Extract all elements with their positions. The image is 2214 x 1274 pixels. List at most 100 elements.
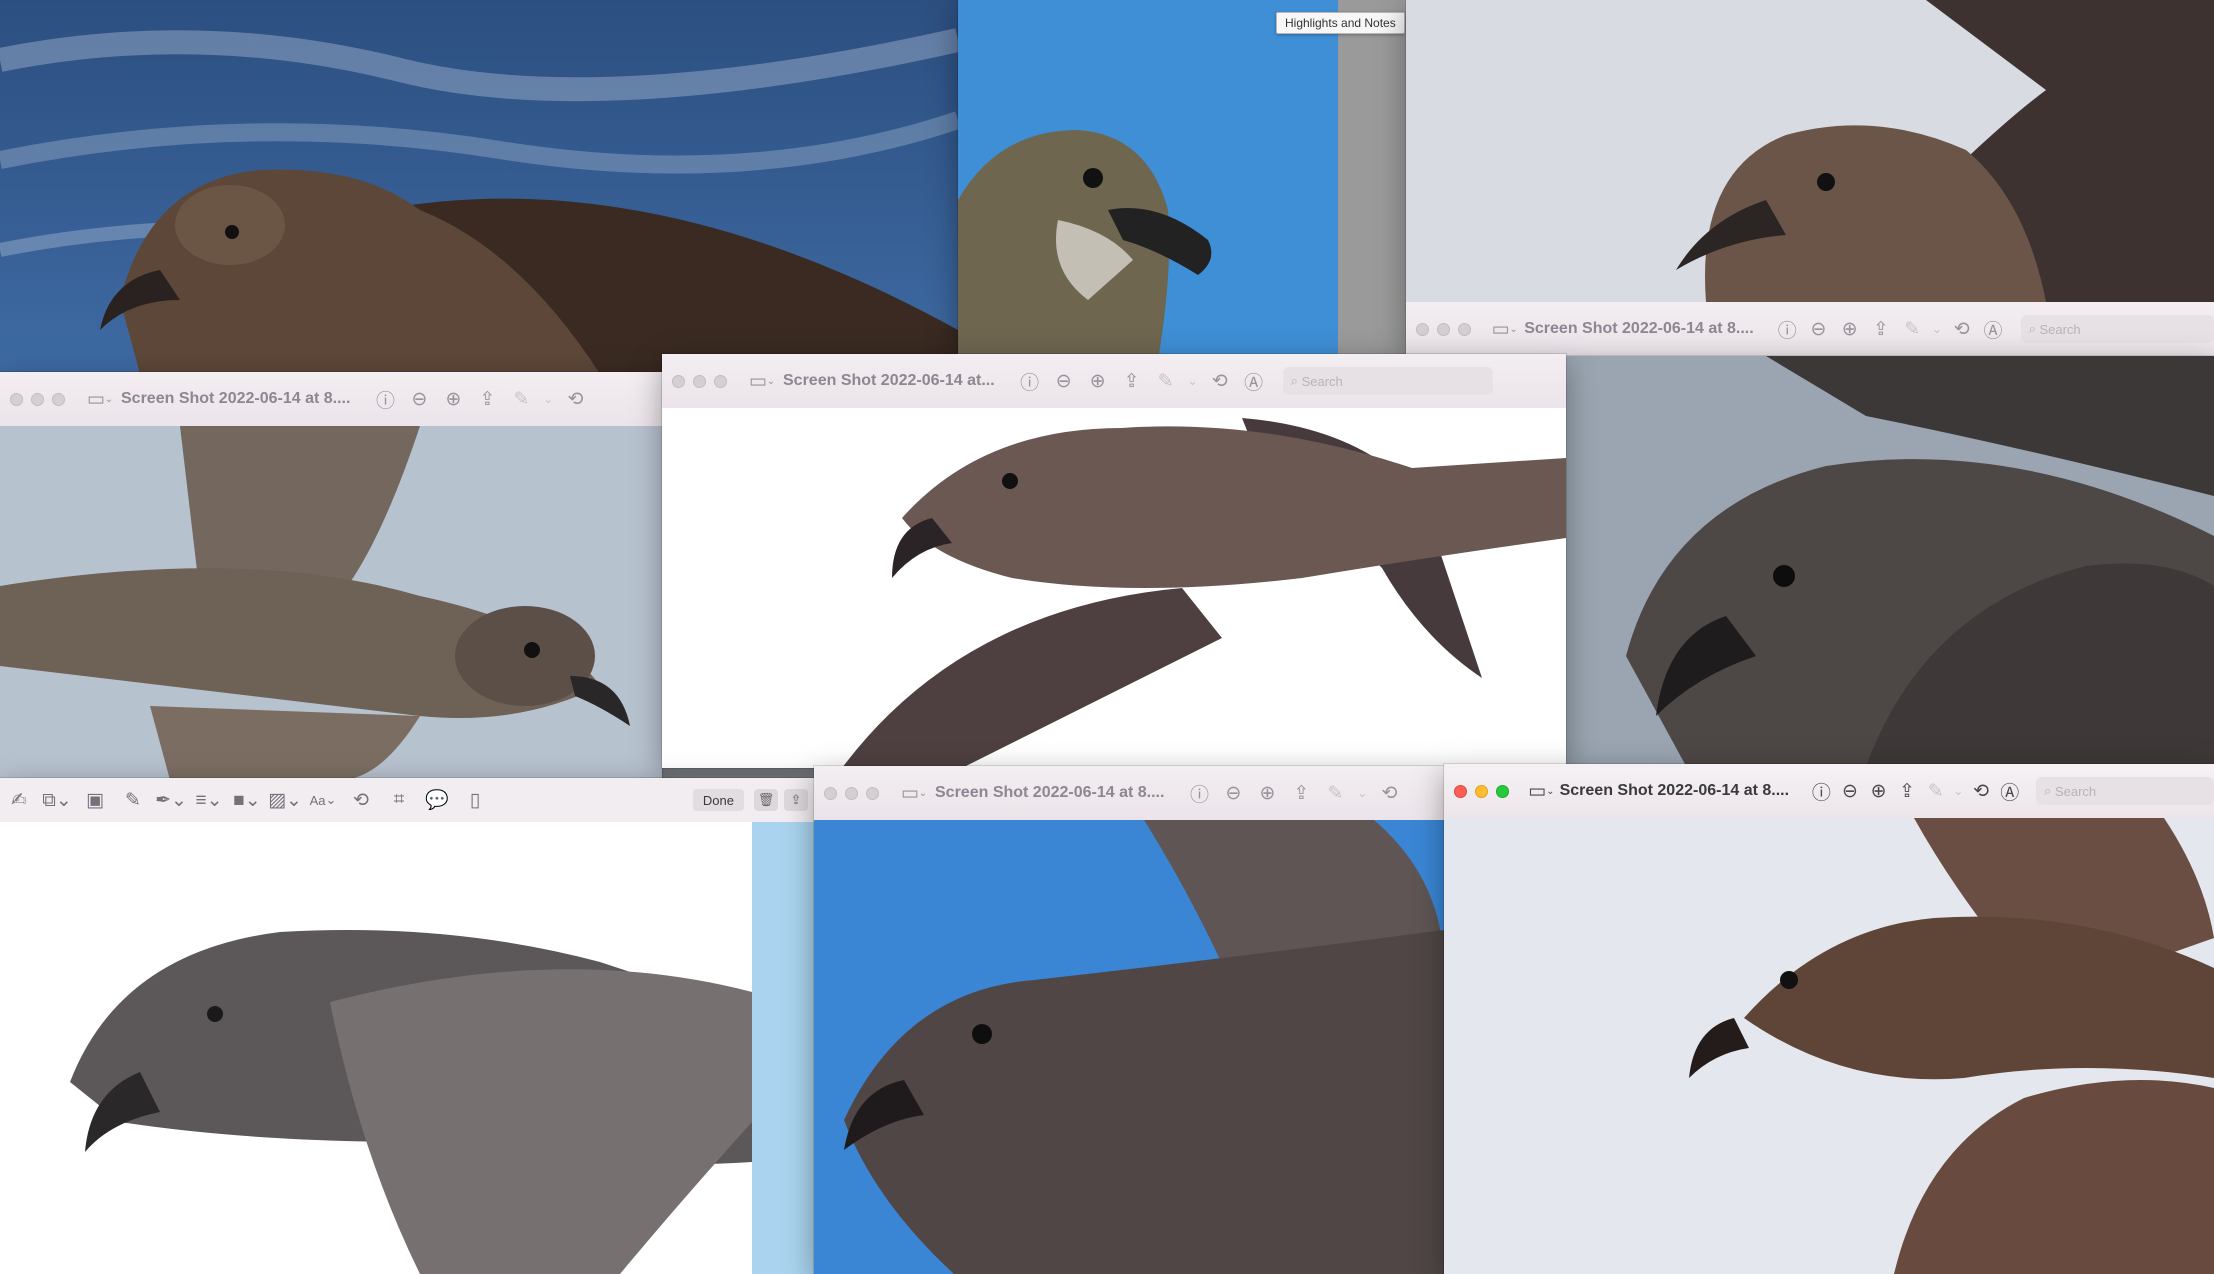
window-traffic-lights[interactable]: [672, 374, 727, 388]
window-toolbar: ▭ ⌄ Screen Shot 2022-06-14 at 8.... ⓘ ⊖ ⊕…: [814, 766, 1444, 821]
preview-window-top-right[interactable]: ▭ ⌄ Screen Shot 2022-06-14 at 8.... ⓘ ⊖ ⊕…: [1406, 0, 2214, 356]
device-icon[interactable]: ▯: [456, 786, 494, 814]
search-icon: ⌕: [2028, 321, 2036, 336]
window-traffic-lights[interactable]: [10, 392, 65, 406]
markup-pen-icon[interactable]: ✎: [1897, 314, 1928, 344]
window-toolbar: ▭ ⌄ Screen Shot 2022-06-14 at 8.... ⓘ ⊖ ⊕…: [1444, 764, 2214, 819]
zoom-out-icon[interactable]: ⊖: [1216, 778, 1250, 808]
bird-photo: [1566, 356, 2214, 766]
markup-window-bottom-left[interactable]: ✍ ⧉⌄ ▣ ✎ ✒⌄ ≡⌄ ■⌄ ▨⌄ Aa ⌄ ⟲ ⌗ 💬 ▯ Done 🗑 …: [0, 778, 814, 1274]
fill-color-icon[interactable]: ▨⌄: [266, 786, 304, 814]
markup-pen-icon[interactable]: ✎: [1318, 778, 1352, 808]
window-traffic-lights[interactable]: [1454, 784, 1509, 798]
done-button[interactable]: Done: [692, 789, 744, 811]
share-icon[interactable]: ⇪: [1865, 314, 1896, 344]
markup-toolbar: ✍ ⧉⌄ ▣ ✎ ✒⌄ ≡⌄ ■⌄ ▨⌄ Aa ⌄ ⟲ ⌗ 💬 ▯ Done 🗑 …: [0, 778, 814, 823]
zoom-out-icon[interactable]: ⊖: [1047, 366, 1081, 396]
sidebar-icon[interactable]: ▭ ⌄: [745, 366, 779, 396]
zoom-in-icon[interactable]: ⊕: [1834, 314, 1865, 344]
zoom-out-icon[interactable]: ⊖: [1803, 314, 1834, 344]
share-icon[interactable]: ⇪: [1115, 366, 1149, 396]
markup-pen-icon[interactable]: ✎: [1149, 366, 1183, 396]
rotate-icon[interactable]: ⟲: [1946, 314, 1977, 344]
window-toolbar: ▭ ⌄ Screen Shot 2022-06-14 at 8.... ⓘ ⊖ ⊕…: [0, 372, 662, 427]
zoom-in-icon[interactable]: ⊕: [436, 384, 470, 414]
info-icon[interactable]: ⓘ: [1013, 366, 1047, 396]
markup-circle-icon[interactable]: Ⓐ: [1237, 366, 1271, 396]
zoom-in-icon[interactable]: ⊕: [1250, 778, 1284, 808]
share-icon[interactable]: ⇪: [470, 384, 504, 414]
window-title: Screen Shot 2022-06-14 at...: [783, 372, 995, 389]
chevron-down-icon[interactable]: ⌄: [1352, 778, 1372, 808]
window-toolbar: ▭ ⌄ Screen Shot 2022-06-14 at 8.... ⓘ ⊖ ⊕…: [1406, 302, 2214, 356]
bird-photo-area: [0, 822, 814, 1274]
rotate-icon[interactable]: ⟲: [1967, 776, 1996, 806]
sidebar-icon[interactable]: ▭ ⌄: [897, 778, 931, 808]
trash-icon[interactable]: 🗑: [754, 789, 778, 811]
share-icon[interactable]: ⇪: [1893, 776, 1922, 806]
chevron-down-icon[interactable]: ⌄: [1950, 776, 1967, 806]
sketch-icon[interactable]: ✍: [0, 786, 38, 814]
info-icon[interactable]: ⓘ: [1807, 776, 1836, 806]
photo-window-top-middle[interactable]: [958, 0, 1406, 360]
markup-circle-icon[interactable]: Ⓐ: [1995, 776, 2024, 806]
rotate-icon[interactable]: ⟲: [558, 384, 592, 414]
chevron-down-icon[interactable]: ⌄: [538, 384, 558, 414]
chevron-down-icon[interactable]: ⌄: [1928, 314, 1946, 344]
share-icon[interactable]: ⇪: [784, 789, 808, 811]
bird-photo-area: [1444, 818, 2214, 1274]
window-title: Screen Shot 2022-06-14 at 8....: [1559, 782, 1790, 799]
window-toolbar: ▭ ⌄ Screen Shot 2022-06-14 at... ⓘ ⊖ ⊕ ⇪ …: [662, 354, 1566, 409]
preview-window-bottom-right-active[interactable]: ▭ ⌄ Screen Shot 2022-06-14 at 8.... ⓘ ⊖ ⊕…: [1444, 764, 2214, 1274]
photo-window-top-left[interactable]: [0, 0, 958, 374]
bird-photo-area: [0, 426, 662, 780]
sidebar-icon[interactable]: ▭ ⌄: [1489, 314, 1520, 344]
search-input[interactable]: ⌕ Search: [2020, 315, 2214, 343]
sidebar-icon[interactable]: ▭ ⌄: [1527, 776, 1556, 806]
share-icon[interactable]: ⇪: [1284, 778, 1318, 808]
window-traffic-lights[interactable]: [1416, 322, 1471, 336]
zoom-out-icon[interactable]: ⊖: [402, 384, 436, 414]
window-traffic-lights[interactable]: [824, 786, 879, 800]
bird-photo-area: [1406, 0, 2214, 302]
window-title: Screen Shot 2022-06-14 at 8....: [935, 784, 1165, 801]
info-icon[interactable]: ⓘ: [368, 384, 402, 414]
info-icon[interactable]: ⓘ: [1772, 314, 1803, 344]
search-icon: ⌕: [2044, 783, 2052, 798]
search-icon: ⌕: [1290, 373, 1298, 388]
signature-icon[interactable]: ✒⌄: [152, 786, 190, 814]
rotate-icon[interactable]: ⟲: [1203, 366, 1237, 396]
window-title: Screen Shot 2022-06-14 at 8....: [1524, 320, 1754, 337]
markup-pen-icon[interactable]: ✎: [504, 384, 538, 414]
preview-window-bottom-mid[interactable]: ▭ ⌄ Screen Shot 2022-06-14 at 8.... ⓘ ⊖ ⊕…: [814, 766, 1444, 1274]
bird-photo: [958, 0, 1406, 360]
chevron-down-icon[interactable]: ⌄: [1183, 366, 1203, 396]
zoom-in-icon[interactable]: ⊕: [1864, 776, 1893, 806]
zoom-out-icon[interactable]: ⊖: [1836, 776, 1865, 806]
highlights-and-notes-tooltip: Highlights and Notes: [1276, 12, 1405, 34]
minimize-button: [1475, 784, 1488, 798]
shapes-icon[interactable]: ⧉⌄: [38, 786, 76, 814]
search-input[interactable]: ⌕ Search: [2036, 777, 2214, 805]
info-icon[interactable]: ⓘ: [1182, 778, 1216, 808]
rotate-icon[interactable]: ⟲: [1372, 778, 1406, 808]
bird-photo-area: [814, 820, 1444, 1274]
preview-window-center[interactable]: ▭ ⌄ Screen Shot 2022-06-14 at... ⓘ ⊖ ⊕ ⇪ …: [662, 354, 1566, 768]
rotate-icon[interactable]: ⟲: [342, 786, 380, 814]
text-style-button[interactable]: Aa ⌄: [304, 786, 342, 814]
zoom-in-icon[interactable]: ⊕: [1081, 366, 1115, 396]
markup-pen-icon[interactable]: ✎: [114, 786, 152, 814]
text-box-icon[interactable]: ▣: [76, 786, 114, 814]
border-color-icon[interactable]: ■⌄: [228, 786, 266, 814]
bird-photo: [0, 0, 958, 374]
zoom-button: [1496, 784, 1509, 798]
line-style-icon[interactable]: ≡⌄: [190, 786, 228, 814]
markup-pen-icon[interactable]: ✎: [1921, 776, 1950, 806]
crop-icon[interactable]: ⌗: [380, 786, 418, 814]
search-input[interactable]: ⌕ Search: [1282, 367, 1493, 395]
description-icon[interactable]: 💬: [418, 786, 456, 814]
photo-window-mid-right[interactable]: [1566, 356, 2214, 766]
sidebar-icon[interactable]: ▭ ⌄: [83, 384, 117, 414]
preview-window-mid-left[interactable]: ▭ ⌄ Screen Shot 2022-06-14 at 8.... ⓘ ⊖ ⊕…: [0, 372, 662, 780]
markup-circle-icon[interactable]: Ⓐ: [1977, 314, 2008, 344]
